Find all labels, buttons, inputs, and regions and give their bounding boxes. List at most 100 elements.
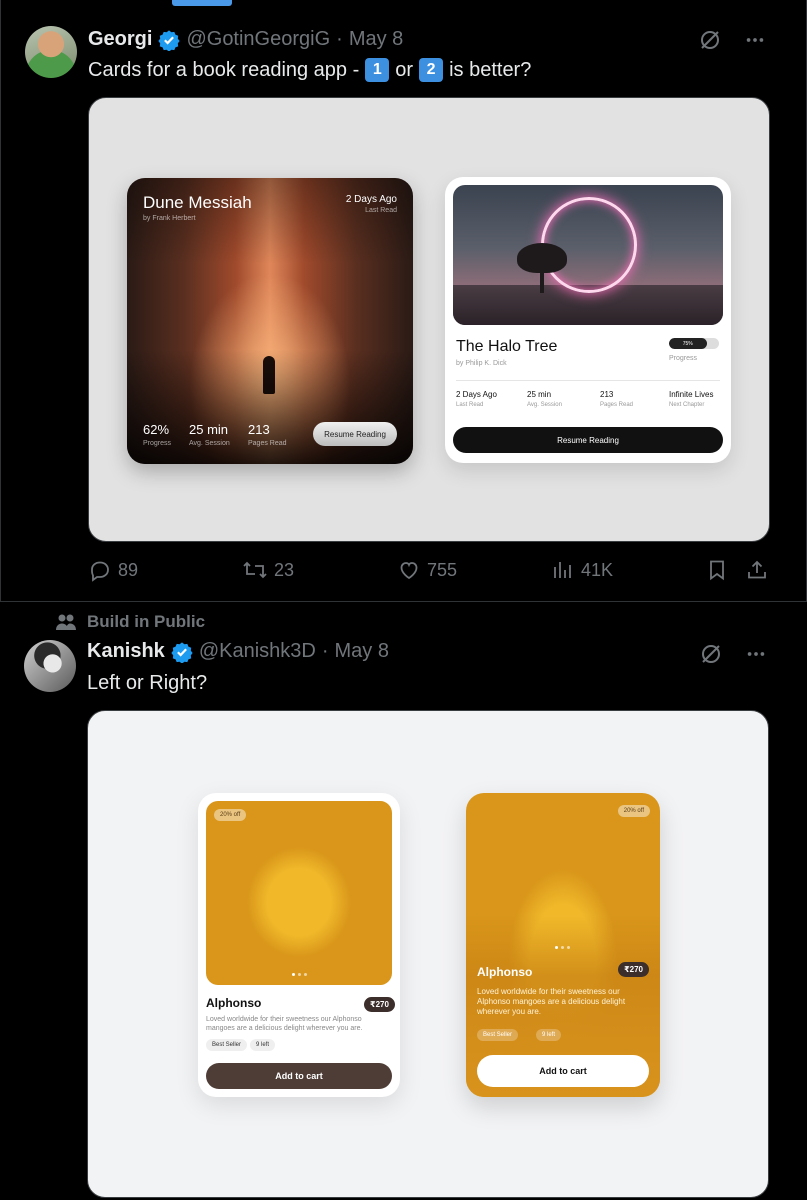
like-count: 755 (427, 559, 458, 580)
views-count: 41K (581, 559, 614, 580)
card-shade (466, 793, 660, 1097)
chip-best-seller: Best Seller (477, 1029, 519, 1041)
stat-pages-read: 213 Pages Read (600, 390, 633, 408)
tweet-media-image[interactable]: 20% off Alphonso ₹270 Loved worldwide fo… (87, 710, 769, 1198)
share-icon (748, 560, 766, 579)
grok-icon[interactable] (699, 642, 723, 666)
book-author: by Philip K. Dick (456, 360, 507, 367)
stat-label: Next Chapter (669, 402, 705, 408)
tweet-media-image[interactable]: Dune Messiah by Frank Herbert 2 Days Ago… (88, 97, 770, 542)
discount-badge: 20% off (214, 809, 247, 821)
more-icon[interactable] (744, 29, 766, 51)
tweet-actions: 89 23 755 41K (88, 558, 778, 586)
grok-icon[interactable] (698, 28, 722, 52)
book-title: Dune Messiah (143, 193, 252, 212)
stat-avg-session: 25 min Avg. Session (527, 390, 562, 408)
author-handle[interactable]: @GotinGeorgiG (186, 28, 330, 51)
verified-badge-icon (171, 641, 193, 663)
product-description: Loved worldwide for their sweetness our … (206, 1016, 363, 1032)
separator: · (336, 28, 343, 50)
tree-trunk (540, 269, 544, 293)
bookmark-icon (710, 560, 724, 581)
verified-badge-icon (158, 29, 181, 51)
add-to-cart-button: Add to cart (206, 1063, 392, 1089)
product-description: Loved worldwide for their sweetness our … (477, 987, 626, 1016)
share-button[interactable] (745, 558, 769, 582)
stat-next-chapter: Infinite Lives Next Chapter (669, 390, 713, 408)
stat-value: 213 (600, 390, 614, 399)
product-card-right: 20% off Alphonso ₹270 Loved worldwide fo… (466, 793, 660, 1097)
pages-label: Pages Read (248, 440, 287, 447)
session-stat: 25 min Avg. Session (189, 422, 230, 447)
community-name: Build in Public (87, 612, 206, 631)
tweet-text: Cards for a book reading app - 1 or 2 is… (88, 58, 531, 82)
book-title: The Halo Tree (456, 338, 558, 355)
last-read-label: Last Read (365, 207, 397, 214)
add-to-cart-button: Add to cart (477, 1055, 649, 1087)
resume-reading-button: Resume Reading (313, 422, 397, 446)
price-badge: ₹270 (618, 962, 649, 977)
resume-reading-button: Resume Reading (453, 427, 723, 453)
product-name: Alphonso (477, 965, 533, 979)
author-name[interactable]: Kanishk (87, 640, 165, 663)
social-context[interactable]: Build in Public (55, 612, 205, 632)
book-author: by Frank Herbert (143, 215, 196, 222)
stat-label: Pages Read (600, 402, 634, 408)
progress-label: Progress (669, 355, 698, 362)
progress-bar: 75% (669, 338, 719, 349)
views-button[interactable]: 41K (551, 558, 613, 582)
pages-value: 213 (248, 422, 270, 437)
separator: · (321, 640, 329, 662)
chip-stock: 9 left (536, 1029, 562, 1041)
discount-badge: 20% off (617, 805, 650, 817)
like-icon (400, 562, 418, 580)
book-card-halo: The Halo Tree by Philip K. Dick 75% Prog… (445, 177, 731, 463)
author-name[interactable]: Georgi (88, 28, 152, 51)
repost-button[interactable]: 23 (242, 558, 294, 582)
tweet-text-part: or (395, 58, 414, 81)
progress-stat: 62% Progress (143, 422, 171, 447)
tweet-header: Kanishk @Kanishk3D · May 8 (87, 640, 389, 663)
tweet-top-icons (698, 28, 766, 52)
bookmark-button[interactable] (705, 558, 729, 582)
repost-icon (243, 561, 267, 579)
community-icon (56, 614, 76, 630)
session-value: 25 min (189, 422, 229, 437)
avatar[interactable] (24, 640, 76, 692)
stat-value: Infinite Lives (669, 390, 714, 399)
author-handle[interactable]: @Kanishk3D (199, 640, 316, 663)
tweet-date[interactable]: May 8 (335, 640, 389, 663)
tweet-text-part: Cards for a book reading app - (88, 58, 360, 81)
like-button[interactable]: 755 (397, 558, 457, 582)
more-icon[interactable] (745, 643, 767, 665)
price-badge: ₹270 (364, 997, 395, 1012)
stat-value: 2 Days Ago (456, 390, 497, 399)
keycap-2-emoji: 2 (419, 58, 444, 82)
progress-value: 62% (143, 422, 170, 437)
tweet-text-part: is better? (449, 58, 532, 81)
chip-best-seller: Best Seller (206, 1039, 248, 1051)
progress-fill: 75% (669, 338, 707, 349)
views-icon (554, 562, 571, 578)
tweet-header: Georgi @GotinGeorgiG · May 8 (88, 28, 403, 51)
product-name: Alphonso (206, 996, 262, 1010)
product-card-left: 20% off Alphonso ₹270 Loved worldwide fo… (198, 793, 400, 1097)
avatar[interactable] (25, 26, 77, 78)
tweet-kanishk[interactable]: Build in Public Kanishk @Kanishk3D · May… (0, 602, 807, 1200)
reply-count: 89 (118, 559, 139, 580)
tweet-georgi[interactable]: Georgi @GotinGeorgiG · May 8 Cards for a… (0, 0, 807, 602)
session-label: Avg. Session (189, 440, 230, 447)
repost-count: 23 (274, 559, 295, 580)
tweet-top-icons (699, 642, 767, 666)
stat-label: Last Read (456, 402, 484, 408)
reply-button[interactable]: 89 (88, 558, 138, 582)
carousel-dots (555, 946, 570, 949)
keycap-1-emoji: 1 (365, 58, 390, 82)
mango-image: 20% off (206, 801, 392, 985)
tweet-text: Left or Right? (87, 672, 208, 694)
divider (456, 380, 720, 381)
tweet-date[interactable]: May 8 (349, 28, 403, 51)
chip-stock: 9 left (250, 1039, 276, 1051)
stat-last-read: 2 Days Ago Last Read (456, 390, 497, 408)
reply-icon (91, 561, 109, 582)
